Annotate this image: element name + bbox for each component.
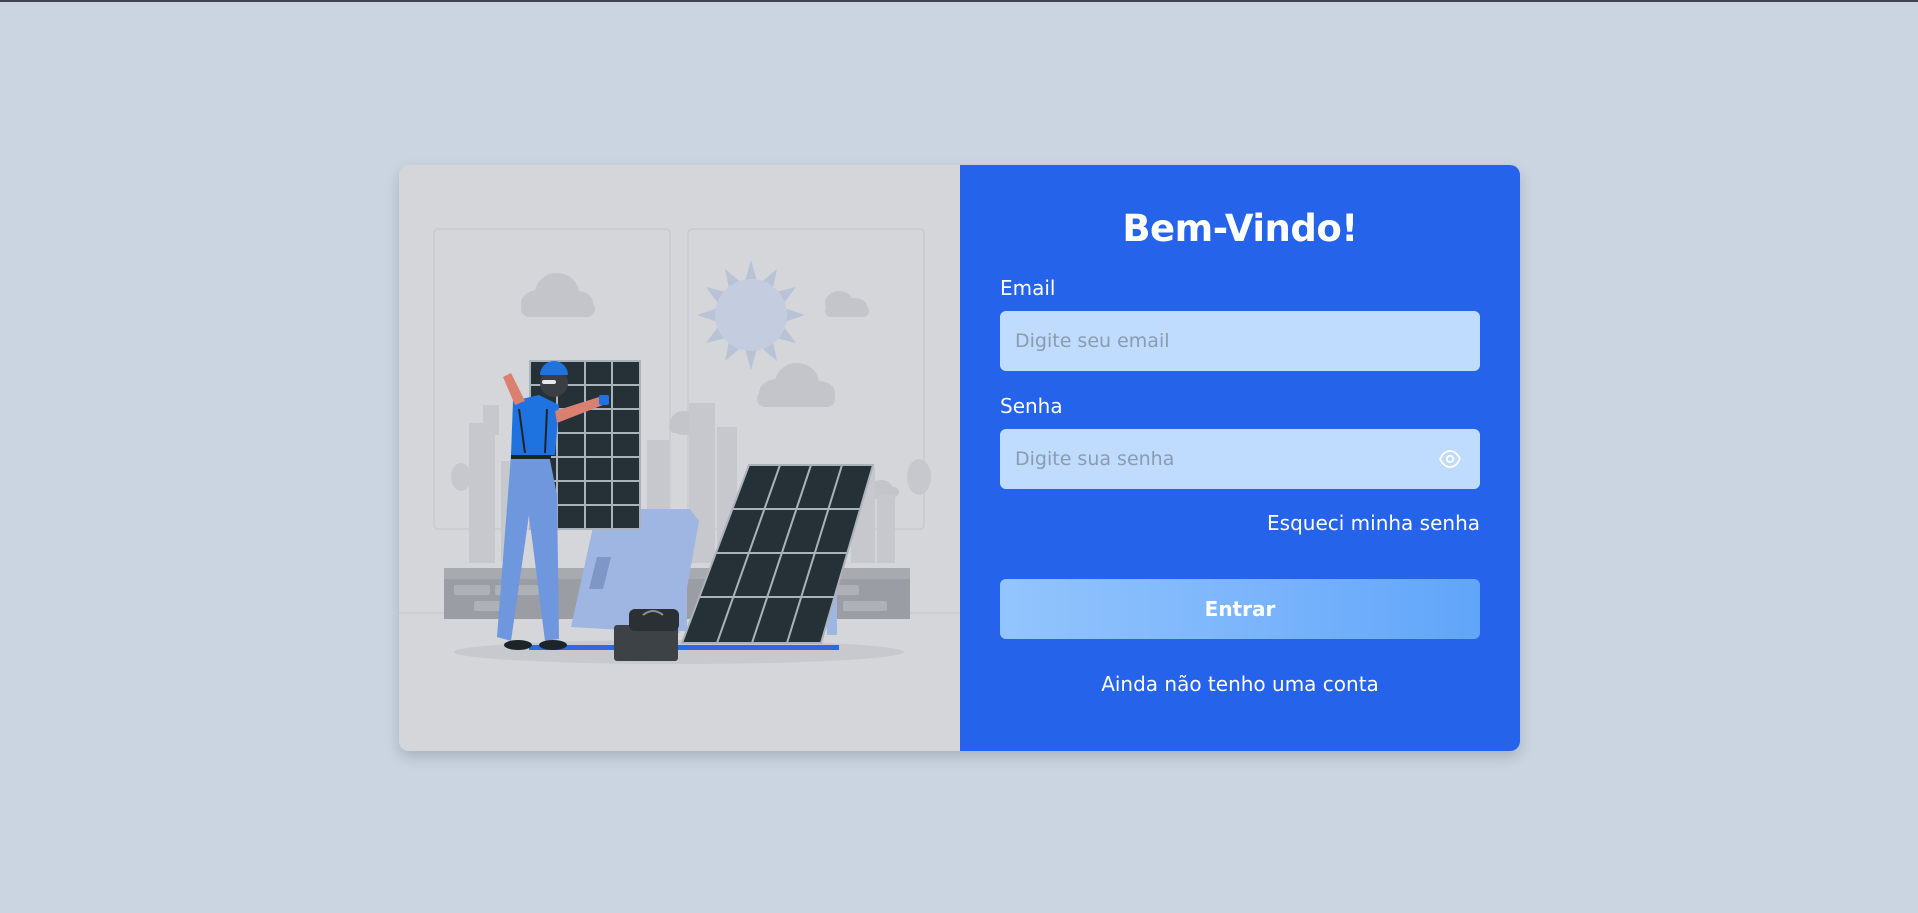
sun-graphic	[697, 260, 805, 370]
forgot-password-row: Esqueci minha senha	[1000, 511, 1480, 535]
password-field-wrapper	[1000, 429, 1480, 489]
login-form-panel: Bem-Vindo! Email Senha Esqueci minha sen…	[960, 165, 1520, 751]
solar-installer-illustration	[399, 228, 960, 664]
signup-row: Ainda não tenho uma conta	[1000, 672, 1480, 696]
password-label: Senha	[1000, 394, 1063, 418]
email-field[interactable]	[1000, 311, 1480, 371]
signup-link[interactable]: Ainda não tenho uma conta	[1101, 672, 1379, 696]
email-label: Email	[1000, 276, 1056, 300]
page-title: Bem-Vindo!	[1122, 207, 1358, 250]
window-top-border	[0, 0, 1918, 2]
login-card: Bem-Vindo! Email Senha Esqueci minha sen…	[399, 165, 1520, 751]
eye-icon[interactable]	[1438, 448, 1462, 470]
email-field-wrapper	[1000, 311, 1480, 371]
forgot-password-link[interactable]: Esqueci minha senha	[1267, 511, 1480, 535]
password-field[interactable]	[1000, 429, 1480, 489]
login-submit-button[interactable]: Entrar	[1000, 579, 1480, 639]
illustration-panel	[399, 165, 960, 751]
